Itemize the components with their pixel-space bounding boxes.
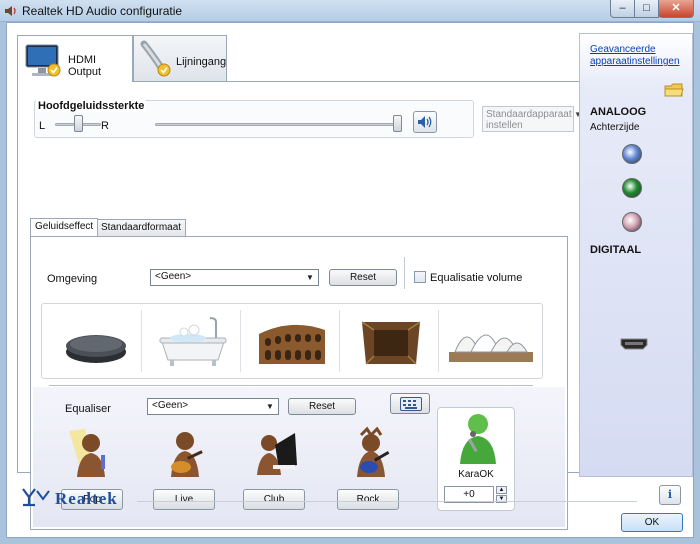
chevron-down-icon: ▼ bbox=[306, 273, 314, 282]
analog-jack-green[interactable] bbox=[622, 178, 642, 198]
environment-select[interactable]: <Geen> ▼ bbox=[150, 269, 319, 286]
environment-presets bbox=[41, 303, 543, 379]
default-device-dropdown[interactable]: Standaardapparaat instellen bbox=[482, 106, 574, 132]
karaoke-up-button[interactable]: ▲ bbox=[496, 486, 507, 494]
minimize-button[interactable]: – bbox=[610, 0, 635, 18]
digital-title: DIGITAAL bbox=[590, 244, 642, 256]
separator bbox=[240, 310, 241, 372]
device-panel: Hoofdgeluidssterkte L R Standaardapparaa… bbox=[17, 81, 582, 530]
graphic-equalizer-button[interactable] bbox=[390, 393, 430, 414]
equalizer-select-value: <Geen> bbox=[152, 400, 189, 411]
maximize-button[interactable]: □ bbox=[634, 0, 659, 18]
live-guitarist-icon bbox=[171, 432, 203, 477]
bathtub-icon bbox=[159, 317, 227, 366]
keyboard-icon bbox=[400, 397, 422, 411]
equalize-volume-checkbox[interactable] bbox=[414, 271, 426, 283]
tab-lijningang-label: Lijningang bbox=[176, 56, 227, 68]
equalizer-select[interactable]: <Geen> ▼ bbox=[147, 398, 279, 415]
tab-standaardformaat[interactable]: Standaardformaat bbox=[96, 219, 187, 236]
dialog-client-area: HDMI Output Lijningang Hoofdgeluidssterk… bbox=[6, 22, 694, 538]
separator bbox=[49, 385, 533, 386]
analog-subtitle: Achterzijde bbox=[590, 122, 640, 133]
speaker-icon bbox=[5, 6, 16, 16]
title-bar: Realtek HD Audio configuratie – □ ✕ bbox=[0, 0, 700, 22]
chevron-down-icon: ▼ bbox=[266, 402, 274, 411]
master-volume-title: Hoofdgeluidssterkte bbox=[36, 100, 147, 112]
tab-hdmi-output-label: HDMI Output bbox=[68, 54, 102, 78]
balance-right-label: R bbox=[101, 120, 109, 132]
separator bbox=[339, 310, 340, 372]
rock-guitarist-icon bbox=[357, 426, 390, 477]
tab-hdmi-output[interactable]: HDMI Output bbox=[17, 35, 133, 82]
environment-select-value: <Geen> bbox=[155, 271, 192, 282]
equalizer-label: Equaliser bbox=[65, 403, 111, 415]
analog-title: ANALOOG bbox=[590, 106, 647, 118]
connector-pane: Geavanceerde apparaatinstellingen ANALOO… bbox=[579, 33, 693, 477]
separator bbox=[404, 257, 405, 289]
line-in-cable-icon bbox=[140, 40, 171, 77]
mute-button[interactable] bbox=[413, 111, 437, 133]
eq-preset-live-button[interactable]: Live bbox=[153, 489, 215, 510]
brand-text: Realtek bbox=[55, 489, 118, 508]
env-colosseum[interactable] bbox=[243, 308, 339, 374]
environment-label: Omgeving bbox=[47, 273, 98, 285]
karaoke-label: KaraOK bbox=[458, 469, 494, 480]
opera-house-icon bbox=[449, 334, 533, 362]
close-button[interactable]: ✕ bbox=[658, 0, 694, 18]
karaoke-singer-icon[interactable] bbox=[456, 410, 498, 466]
hdmi-port-icon[interactable] bbox=[620, 338, 648, 350]
separator bbox=[141, 310, 142, 372]
env-bathtub[interactable] bbox=[144, 308, 240, 374]
env-wooden-room[interactable] bbox=[342, 308, 438, 374]
equalize-volume-label: Equalisatie volume bbox=[430, 272, 523, 284]
separator bbox=[438, 310, 439, 372]
balance-slider-thumb[interactable] bbox=[73, 115, 83, 132]
eq-preset-club-button[interactable]: Club bbox=[243, 489, 305, 510]
analog-jack-blue[interactable] bbox=[622, 144, 642, 164]
equalizer-reset-button[interactable]: Reset bbox=[288, 398, 356, 415]
advanced-settings-link[interactable]: Geavanceerde apparaatinstellingen bbox=[590, 44, 690, 68]
balance-left-label: L bbox=[39, 120, 46, 132]
karaoke-panel: KaraOK +0 ▲ ▼ bbox=[437, 407, 515, 511]
realtek-logo: Realtek bbox=[22, 488, 118, 508]
ok-button[interactable]: OK bbox=[621, 513, 683, 532]
colosseum-icon bbox=[259, 324, 325, 364]
stone-disc-icon bbox=[66, 335, 126, 363]
environment-reset-button[interactable]: Reset bbox=[329, 269, 397, 286]
env-opera-house[interactable] bbox=[441, 308, 537, 374]
eq-preset-rock-button[interactable]: Rock bbox=[337, 489, 399, 510]
volume-slider-thumb[interactable] bbox=[392, 115, 402, 132]
wooden-room-icon bbox=[361, 321, 421, 365]
monitor-icon bbox=[25, 44, 61, 77]
volume-slider-track[interactable] bbox=[155, 123, 397, 126]
analog-jack-pink[interactable] bbox=[622, 212, 642, 232]
speaker-volume-icon bbox=[418, 116, 432, 128]
folder-icon[interactable] bbox=[664, 82, 684, 98]
club-pianist-icon bbox=[257, 433, 297, 475]
separator bbox=[137, 501, 637, 502]
tab-lijningang[interactable]: Lijningang bbox=[133, 35, 227, 81]
tab-geluidseffect[interactable]: Geluidseffect bbox=[30, 218, 99, 236]
window-title: Realtek HD Audio configuratie bbox=[22, 4, 183, 18]
pop-singer-icon bbox=[69, 429, 105, 477]
default-device-label: Standaardapparaat instellen bbox=[486, 109, 572, 131]
env-stone-disc[interactable] bbox=[46, 308, 142, 374]
info-button[interactable]: i bbox=[659, 485, 681, 505]
